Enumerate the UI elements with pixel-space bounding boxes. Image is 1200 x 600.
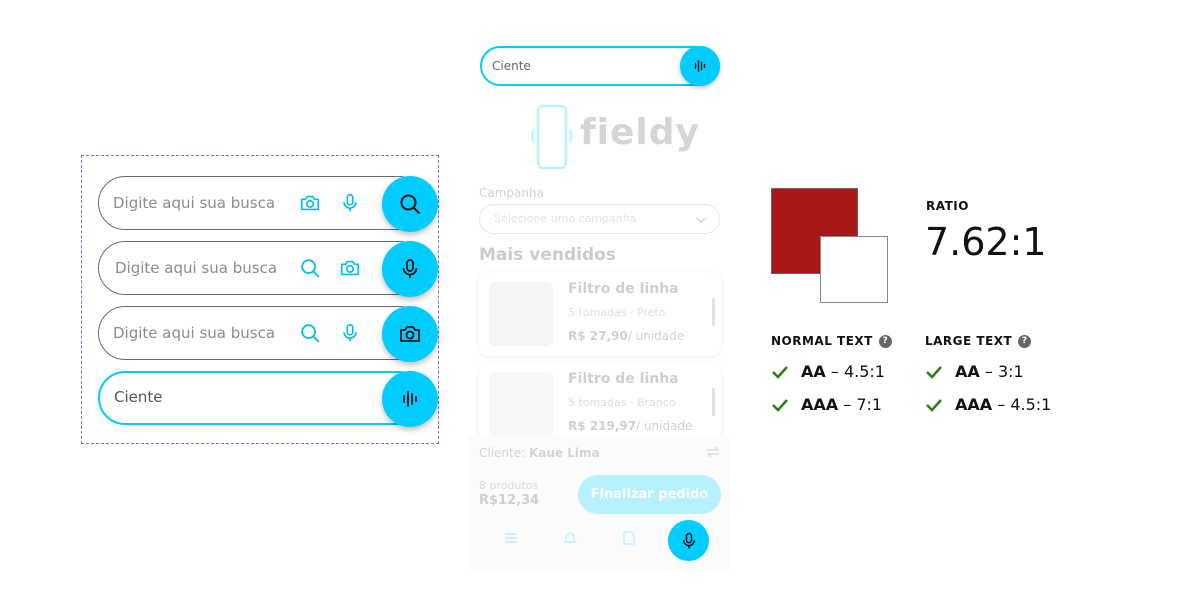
product-name: Filtro de linha bbox=[568, 371, 679, 387]
contrast-ratio-value: 7.62:1 bbox=[925, 220, 1047, 264]
search-icon[interactable] bbox=[299, 257, 321, 279]
voice-wave-icon bbox=[398, 387, 422, 411]
search-icon bbox=[398, 192, 422, 216]
search-placeholder: Digite aqui sua busca bbox=[115, 259, 278, 277]
check-icon bbox=[926, 365, 942, 379]
product-description: 5 tomadas · Branco bbox=[568, 396, 676, 409]
large-text-label: LARGE TEXT bbox=[925, 334, 1013, 348]
level-label: AAA bbox=[801, 395, 839, 414]
search-placeholder: Digite aqui sua busca bbox=[113, 194, 276, 212]
product-card[interactable]: Filtro de linha 5 tomadas · Preto R$ 27,… bbox=[479, 272, 721, 356]
voice-wave-icon bbox=[691, 57, 709, 75]
check-icon bbox=[772, 365, 788, 379]
help-icon[interactable]: ? bbox=[1018, 334, 1032, 348]
quantity-handle[interactable] bbox=[712, 388, 715, 416]
voice-transcript-text: Ciente bbox=[114, 388, 163, 406]
threshold-value: – 7:1 bbox=[843, 395, 883, 414]
camera-icon[interactable] bbox=[339, 257, 361, 279]
threshold-value: – 4.5:1 bbox=[830, 362, 885, 381]
search-bar-variant-1[interactable]: Digite aqui sua busca bbox=[98, 176, 438, 232]
voice-search-button[interactable] bbox=[382, 241, 438, 297]
product-image bbox=[489, 372, 553, 436]
client-name: Kaue Lima bbox=[529, 446, 600, 460]
finalize-order-button[interactable]: Finalizar pedido bbox=[578, 475, 721, 514]
microphone-icon[interactable] bbox=[339, 322, 361, 344]
mockup-search-text: Ciente bbox=[492, 59, 531, 73]
mockup-search-bar[interactable]: Ciente bbox=[480, 46, 720, 86]
product-image bbox=[489, 282, 553, 346]
check-icon bbox=[772, 398, 788, 412]
level-label: AAA bbox=[955, 395, 993, 414]
product-description: 5 tomadas · Preto bbox=[568, 306, 666, 319]
microphone-icon bbox=[679, 531, 699, 551]
document-icon[interactable] bbox=[623, 531, 635, 545]
chevron-down-icon bbox=[696, 217, 706, 224]
check-icon bbox=[926, 398, 942, 412]
product-price: R$ 27,90 bbox=[568, 329, 628, 343]
normal-aaa-result: AAA – 7:1 bbox=[771, 395, 882, 414]
menu-icon[interactable] bbox=[504, 532, 518, 544]
normal-aa-result: AA – 4.5:1 bbox=[771, 362, 885, 381]
voice-fab-button[interactable] bbox=[668, 520, 709, 561]
normal-text-heading: NORMAL TEXT ? bbox=[771, 334, 892, 348]
product-price: R$ 219,97 bbox=[568, 419, 637, 433]
camera-icon[interactable] bbox=[299, 192, 321, 214]
search-placeholder: Digite aqui sua busca bbox=[113, 324, 276, 342]
help-icon[interactable]: ? bbox=[878, 334, 892, 348]
order-total: R$12,34 bbox=[479, 493, 540, 508]
campaign-placeholder: Selecione uma campanha bbox=[494, 212, 637, 225]
large-aaa-result: AAA – 4.5:1 bbox=[925, 395, 1051, 414]
search-bar-listening[interactable]: Ciente bbox=[98, 370, 438, 427]
voice-listening-button[interactable] bbox=[382, 370, 438, 427]
large-text-heading: LARGE TEXT ? bbox=[925, 334, 1032, 348]
product-name: Filtro de linha bbox=[568, 281, 679, 297]
search-button[interactable] bbox=[382, 176, 438, 232]
search-bar-variant-3[interactable]: Digite aqui sua busca bbox=[98, 306, 438, 362]
microphone-icon[interactable] bbox=[339, 192, 361, 214]
large-aa-result: AA – 3:1 bbox=[925, 362, 1024, 381]
level-label: AA bbox=[955, 362, 980, 381]
normal-text-label: NORMAL TEXT bbox=[771, 334, 873, 348]
threshold-value: – 3:1 bbox=[984, 362, 1024, 381]
microphone-icon bbox=[398, 257, 422, 281]
camera-icon bbox=[398, 322, 422, 346]
swap-icon[interactable] bbox=[706, 446, 720, 458]
phone-logo-icon bbox=[531, 104, 573, 170]
product-unit: / unidade bbox=[636, 419, 693, 433]
best-sellers-title: Mais vendidos bbox=[479, 245, 616, 265]
image-search-button[interactable] bbox=[382, 306, 438, 362]
search-variants-frame: Digite aqui sua busca Digite aqui sua bu… bbox=[81, 155, 439, 444]
quantity-handle[interactable] bbox=[712, 298, 715, 326]
campaign-select[interactable]: Selecione uma campanha bbox=[479, 204, 720, 234]
search-icon[interactable] bbox=[299, 322, 321, 344]
product-price-line: R$ 219,97/ unidade bbox=[568, 419, 692, 433]
mockup-voice-button[interactable] bbox=[680, 46, 720, 86]
client-prefix: Cliente: bbox=[479, 446, 526, 460]
campaign-label: Campanha bbox=[479, 186, 544, 200]
search-bar-variant-2[interactable]: Digite aqui sua busca bbox=[98, 241, 438, 297]
product-price-line: R$ 27,90/ unidade bbox=[568, 329, 684, 343]
background-color-swatch bbox=[820, 236, 888, 303]
bell-icon[interactable] bbox=[563, 531, 577, 545]
ratio-label: RATIO bbox=[926, 199, 969, 213]
client-line: Cliente: Kaue Lima bbox=[479, 446, 600, 460]
threshold-value: – 4.5:1 bbox=[997, 395, 1052, 414]
brand-logo: fieldy bbox=[580, 112, 700, 153]
product-unit: / unidade bbox=[627, 329, 685, 343]
product-card[interactable]: Filtro de linha 5 tomadas · Branco R$ 21… bbox=[479, 362, 721, 446]
level-label: AA bbox=[801, 362, 826, 381]
product-count: 8 produtos bbox=[479, 479, 539, 492]
